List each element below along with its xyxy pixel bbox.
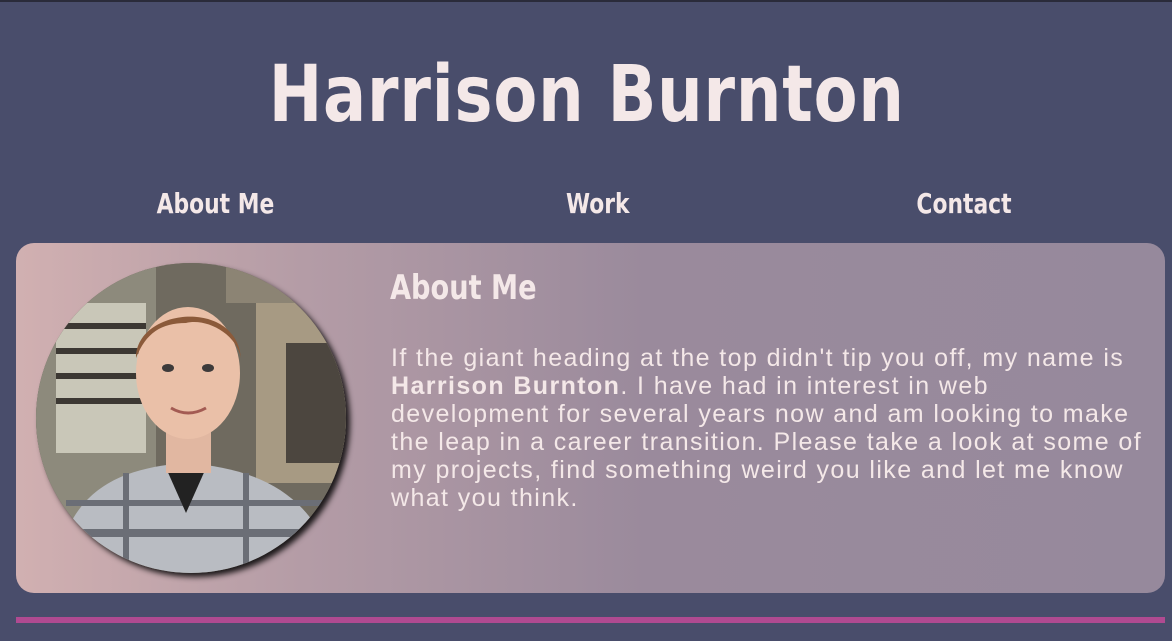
about-name-bold: Harrison Burnton xyxy=(391,372,621,400)
nav-link-contact[interactable]: Contact xyxy=(916,180,1011,228)
main-nav: About Me Work Contact xyxy=(0,180,1172,228)
section-divider xyxy=(16,617,1165,623)
about-section: About Me If the giant heading at the top… xyxy=(16,243,1165,593)
nav-link-about-me[interactable]: About Me xyxy=(157,180,275,228)
about-paragraph: If the giant heading at the top didn't t… xyxy=(391,344,1151,512)
nav-link-work[interactable]: Work xyxy=(566,180,630,228)
site-title: Harrison Burnton xyxy=(268,50,905,140)
about-text-intro: If the giant heading at the top didn't t… xyxy=(391,344,1125,372)
top-border xyxy=(0,0,1172,2)
profile-photo xyxy=(36,263,346,573)
profile-photo-illustration xyxy=(36,263,346,573)
about-heading: About Me xyxy=(390,268,537,308)
